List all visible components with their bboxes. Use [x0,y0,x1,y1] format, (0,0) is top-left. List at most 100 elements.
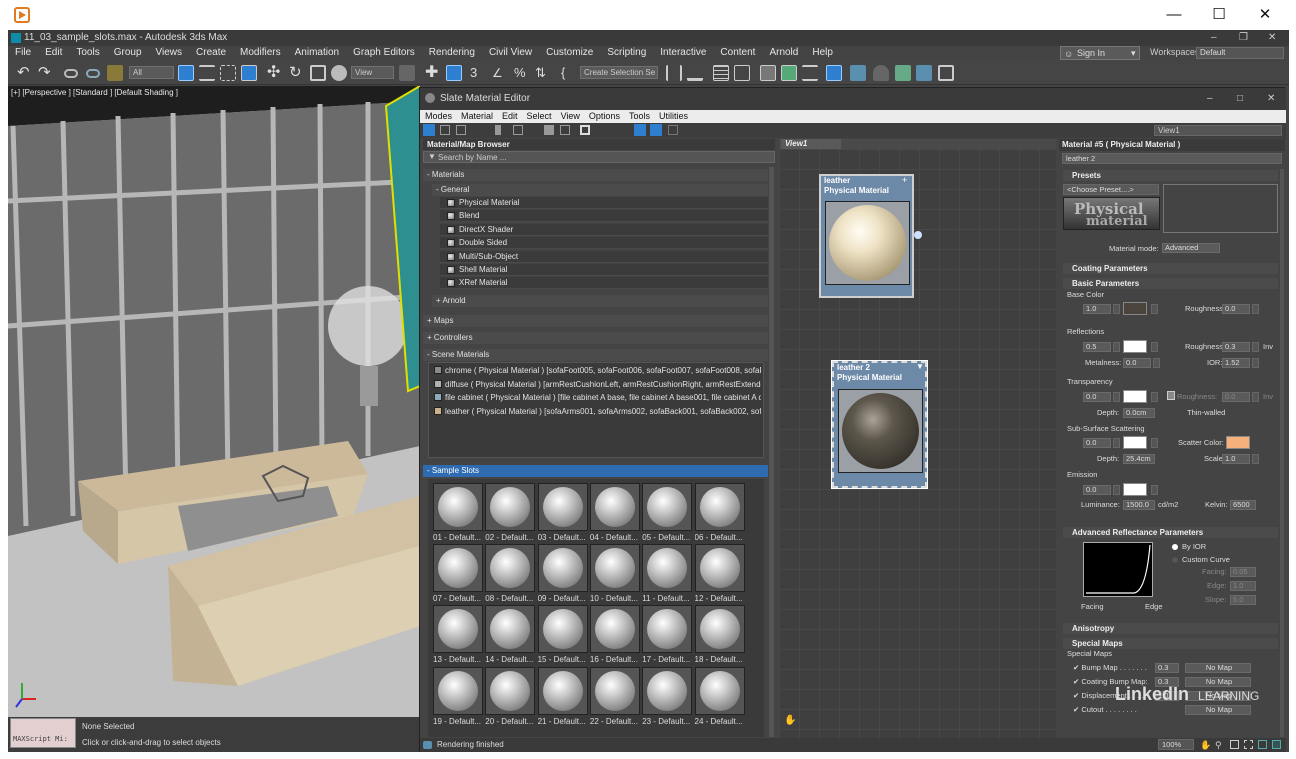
view-select[interactable]: View1 [1154,125,1282,136]
reference-coordinate-select[interactable]: View [351,66,394,79]
select-object-icon[interactable] [178,65,194,81]
slate-close-icon[interactable]: ✕ [1267,88,1275,110]
navigator-icon[interactable] [668,125,678,135]
refl-roughness-map-button[interactable] [1252,342,1259,352]
base-color-swatch[interactable] [1123,302,1147,315]
refl-weight-spinner[interactable]: 0.5 [1083,342,1111,352]
category-controllers[interactable]: + Controllers [423,332,768,344]
menu-item[interactable]: Scripting [600,46,646,58]
zoom-icon[interactable]: ⚲ [1215,738,1222,752]
select-manipulate-icon[interactable]: ✚ [425,65,441,81]
emission-weight-spinner[interactable]: 0.0 [1083,485,1111,495]
section-special-maps[interactable]: Special Maps [1063,638,1278,649]
luminance-spinner[interactable]: 1500.0 [1123,500,1155,510]
material-type-item[interactable]: Double Sided [440,237,768,250]
trans-depth-spinner[interactable]: 0.0cm [1123,408,1155,418]
base-color-map-button[interactable] [1151,304,1158,314]
pan-icon[interactable]: ✋ [1200,738,1211,752]
scene-material-item[interactable]: leather ( Physical Material ) [sofaArms0… [431,405,761,418]
refl-color-swatch[interactable] [1123,340,1147,353]
move-icon[interactable]: ✣ [267,65,283,81]
link-icon[interactable] [64,69,78,78]
sample-slot[interactable]: 11 - Default... [642,544,693,603]
emission-weight-map-button[interactable] [1113,485,1120,495]
sss-color-map-button[interactable] [1151,438,1158,448]
trans-inv-toggle[interactable]: Inv [1263,392,1273,402]
maximize-icon[interactable]: ☐ [1208,5,1230,25]
layer-explorer-icon[interactable] [734,65,750,81]
bump-map-checkbox[interactable]: ✔ Bump Map . . . . . . . [1073,663,1147,673]
put-to-scene-icon[interactable] [456,125,466,135]
facing-spinner[interactable]: 0.05 [1230,567,1256,577]
node-view[interactable]: View1 leather Physical Material + leathe… [779,139,1056,739]
scene-material-item[interactable]: diffuse ( Physical Material ) [armRestCu… [431,378,761,391]
show-map-icon[interactable] [580,125,590,135]
material-type-item[interactable]: Blend [440,210,768,223]
ribbon-icon[interactable] [760,65,776,81]
sample-slot[interactable]: 19 - Default... [433,666,483,726]
material-editor-icon[interactable] [826,65,842,81]
slate-menu-item[interactable]: Material [456,110,493,122]
schematic-view-icon[interactable] [802,65,818,81]
material-type-item[interactable]: XRef Material [440,277,768,290]
slope-spinner[interactable]: 5.0 [1230,595,1256,605]
scale-icon[interactable] [310,65,326,81]
placement-icon[interactable] [331,65,347,81]
refl-color-map-button[interactable] [1151,342,1158,352]
base-weight-map-button[interactable] [1113,304,1120,314]
browser-scrollbar[interactable] [769,167,774,737]
menu-item[interactable]: Rendering [422,46,475,58]
emission-color-swatch[interactable] [1123,483,1147,496]
scene-explorer-icon[interactable] [713,65,729,81]
sample-slot[interactable]: 06 - Default... [694,483,745,542]
category-arnold[interactable]: + Arnold [432,295,768,307]
slate-menu-item[interactable]: Utilities [654,110,688,122]
sss-weight-spinner[interactable]: 0.0 [1083,438,1111,448]
menu-item[interactable]: Tools [69,46,99,58]
viewport-label[interactable]: [+] [Perspective ] [Standard ] [Default … [11,88,178,97]
node-output-socket[interactable] [914,231,922,239]
material-type-item[interactable]: DirectX Shader [440,223,768,236]
sss-scale-spinner[interactable]: 1.0 [1222,454,1250,464]
max-restore-icon[interactable]: ❐ [1239,30,1248,46]
edge-spinner[interactable]: 1.0 [1230,581,1256,591]
section-presets[interactable]: Presets [1063,170,1278,181]
window-crossing-icon[interactable] [241,65,257,81]
category-sample-slots[interactable]: - Sample Slots [423,465,768,477]
sample-slot[interactable]: 18 - Default... [694,605,745,664]
browser-search[interactable]: ▼ Search by Name ... [423,151,775,163]
pivot-icon[interactable] [399,65,415,81]
spinner-snap-icon[interactable]: ⇅ [535,65,551,81]
selection-filter[interactable]: All [129,66,174,79]
sample-slot[interactable]: 13 - Default... [433,605,483,664]
sss-weight-map-button[interactable] [1113,438,1120,448]
slate-minimize-icon[interactable]: – [1207,88,1213,110]
scene-material-item[interactable]: file cabinet ( Physical Material ) [file… [431,391,761,404]
material-type-item[interactable]: Multi/Sub-Object [440,250,768,263]
menu-item[interactable]: Modifiers [233,46,281,58]
menu-item[interactable]: Graph Editors [346,46,415,58]
checker-icon[interactable] [560,125,570,135]
thin-walled-checkbox[interactable]: Thin-walled [1187,408,1225,418]
cutout-checkbox[interactable]: ✔ Cutout . . . . . . . . [1073,705,1137,715]
arnold-icon[interactable] [938,65,954,81]
sample-slot[interactable]: 23 - Default... [642,666,693,726]
scatter-color-swatch[interactable] [1226,436,1250,449]
render-frame-icon[interactable] [873,65,889,81]
menu-item[interactable]: Interactive [653,46,706,58]
refl-roughness-spinner[interactable]: 0.3 [1222,342,1250,352]
sample-slot[interactable]: 04 - Default... [589,483,640,542]
sss-scale-map-button[interactable] [1252,454,1259,464]
max-minimize-icon[interactable]: – [1211,30,1217,46]
sample-slot[interactable]: 17 - Default... [642,605,693,664]
minimize-icon[interactable]: — [1163,5,1185,25]
sample-slot[interactable]: 09 - Default... [537,544,588,603]
sample-slot[interactable]: 01 - Default... [433,483,483,542]
unlink-icon[interactable] [86,69,100,78]
layout-children-icon[interactable] [650,124,662,136]
sample-slot[interactable]: 22 - Default... [589,666,640,726]
scene-material-item[interactable]: chrome ( Physical Material ) [sofaFoot00… [431,364,761,377]
zoom-all-icon[interactable] [1272,740,1281,749]
maxscript-listener[interactable]: MAXScript Mi: [10,718,76,748]
section-coating[interactable]: Coating Parameters [1063,263,1278,274]
